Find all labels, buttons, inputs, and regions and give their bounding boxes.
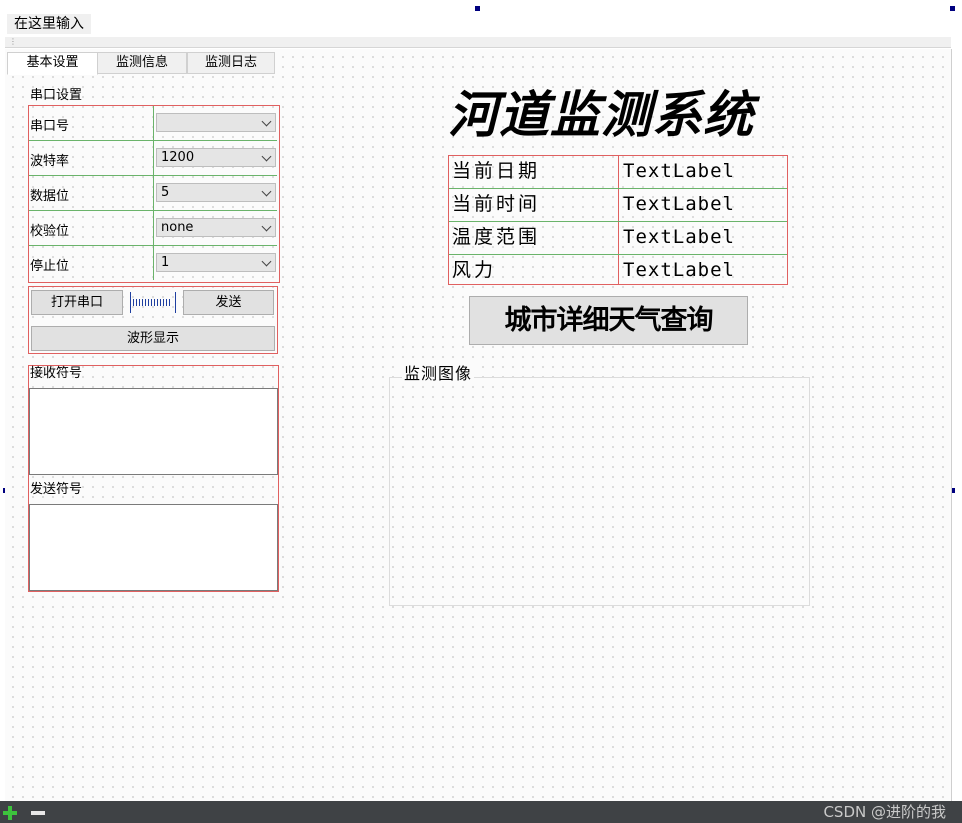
info-value: TextLabel	[623, 226, 735, 248]
toolbar: ⋮	[5, 37, 951, 48]
monitor-image-group	[389, 377, 810, 606]
chevron-down-icon	[261, 221, 272, 232]
bottom-bar: CSDN @进阶的我	[0, 801, 962, 823]
info-row-date: 当前日期 TextLabel	[449, 156, 787, 189]
send-label: 发送符号	[30, 482, 83, 497]
baud-combo[interactable]: 1200	[156, 148, 276, 167]
label-databits: 数据位	[30, 189, 70, 204]
minus-icon[interactable]	[30, 805, 46, 821]
settings-row-parity: 校验位 none	[29, 211, 277, 246]
weather-query-button[interactable]: 城市详细天气查询	[469, 296, 748, 345]
info-label: 当前时间	[452, 193, 541, 215]
toolbar-grip[interactable]: ⋮	[9, 38, 17, 46]
tab-monitor-info[interactable]: 监测信息	[97, 52, 187, 74]
label-parity: 校验位	[30, 224, 70, 239]
label-baud: 波特率	[30, 154, 70, 169]
monitor-image-title: 监测图像	[402, 364, 475, 384]
chevron-down-icon	[261, 116, 272, 127]
receive-textarea[interactable]	[29, 388, 278, 475]
receive-label: 接收符号	[30, 366, 83, 381]
serial-buttons-layout: 打开串口 发送 波形显示	[28, 286, 278, 354]
watermark: CSDN @进阶的我	[823, 803, 946, 821]
progress-fill	[133, 299, 171, 306]
chevron-down-icon	[261, 256, 272, 267]
selection-handle-top-right[interactable]	[950, 6, 955, 11]
send-progress-bar	[130, 292, 176, 313]
text-areas-layout: 接收符号 发送符号	[28, 365, 279, 592]
settings-row-stopbits: 停止位 1	[29, 246, 277, 280]
info-value: TextLabel	[623, 259, 735, 281]
menu-type-here[interactable]: 在这里输入	[7, 14, 91, 34]
settings-row-databits: 数据位 5	[29, 176, 277, 211]
info-value: TextLabel	[623, 160, 735, 182]
settings-row-baud: 波特率 1200	[29, 141, 277, 176]
info-table: 当前日期 TextLabel 当前时间 TextLabel 温度范围 TextL…	[448, 155, 788, 285]
chevron-down-icon	[261, 186, 272, 197]
plus-icon[interactable]	[2, 805, 18, 821]
info-value: TextLabel	[623, 193, 735, 215]
label-stopbits: 停止位	[30, 259, 70, 274]
info-label: 温度范围	[452, 226, 541, 248]
info-label: 当前日期	[452, 160, 541, 182]
settings-row-port: 串口号	[29, 106, 277, 141]
waveform-button[interactable]: 波形显示	[31, 326, 275, 351]
tab-basic-settings[interactable]: 基本设置	[7, 52, 98, 75]
databits-combo[interactable]: 5	[156, 183, 276, 202]
label-port: 串口号	[30, 119, 70, 134]
serial-settings-title: 串口设置	[30, 88, 83, 103]
serial-settings-grid: 串口号 波特率 1200 数据位 5 校验位 none 停止位 1	[28, 105, 280, 283]
send-textarea[interactable]	[29, 504, 278, 591]
tab-monitor-log[interactable]: 监测日志	[187, 52, 275, 74]
parity-combo[interactable]: none	[156, 218, 276, 237]
send-button[interactable]: 发送	[183, 290, 274, 315]
info-row-wind: 风力 TextLabel	[449, 255, 787, 287]
menu-bar: 在这里输入	[0, 0, 962, 36]
open-serial-button[interactable]: 打开串口	[31, 290, 123, 315]
main-title: 河道监测系统	[448, 85, 754, 144]
info-row-time: 当前时间 TextLabel	[449, 189, 787, 222]
chevron-down-icon	[261, 151, 272, 162]
selection-handle-top-center[interactable]	[475, 6, 480, 11]
stopbits-combo[interactable]: 1	[156, 253, 276, 272]
port-combo[interactable]	[156, 113, 276, 132]
info-row-temp: 温度范围 TextLabel	[449, 222, 787, 255]
info-label: 风力	[452, 259, 497, 281]
